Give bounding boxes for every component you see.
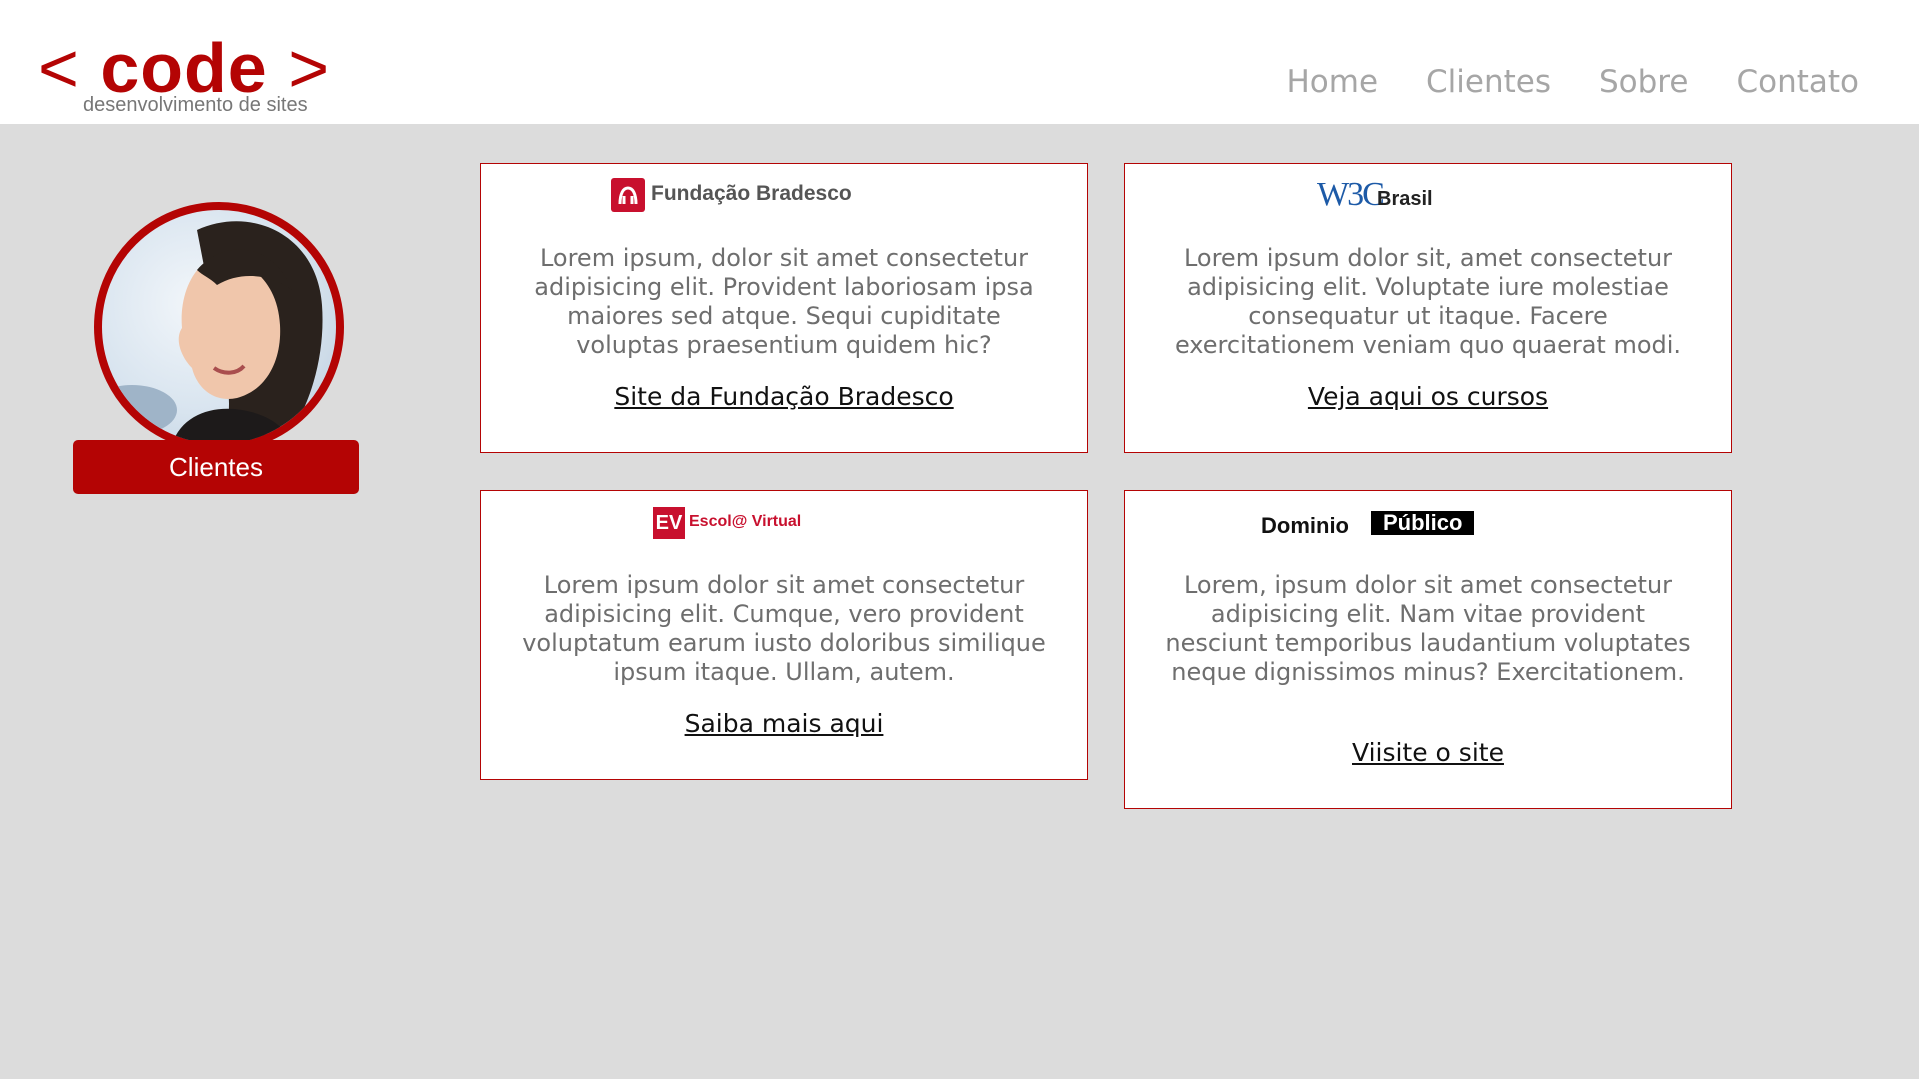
card-description: Lorem ipsum, dolor sit amet consectetur … <box>534 244 1034 359</box>
nav-clientes[interactable]: Clientes <box>1426 64 1551 100</box>
card-description: Lorem, ipsum dolor sit amet consectetur … <box>1165 571 1691 686</box>
site-header: < code > desenvolvimento de sites Home C… <box>0 0 1919 124</box>
site-logo[interactable]: < code > desenvolvimento de sites <box>38 26 330 116</box>
logo-tagline: desenvolvimento de sites <box>83 94 308 116</box>
card-link[interactable]: Viisite o site <box>1125 738 1731 767</box>
nav-sobre[interactable]: Sobre <box>1599 64 1688 100</box>
card-link[interactable]: Veja aqui os cursos <box>1125 382 1731 411</box>
client-card-escola-virtual: EV Escol@ Virtual Lorem ipsum dolor sit … <box>480 490 1088 780</box>
main-nav: Home Clientes Sobre Contato <box>1238 64 1859 100</box>
card-link[interactable]: Saiba mais aqui <box>481 709 1087 738</box>
dominio-publico-logo: Dominio Público <box>1261 511 1501 541</box>
card-description: Lorem ipsum dolor sit amet consectetur a… <box>522 571 1046 686</box>
card-link[interactable]: Site da Fundação Bradesco <box>481 382 1087 411</box>
client-card-w3c-brasil: W3C Brasil Lorem ipsum dolor sit, amet c… <box>1124 163 1732 453</box>
card-description: Lorem ipsum dolor sit, amet consectetur … <box>1174 244 1682 359</box>
escola-virtual-logo: EV Escol@ Virtual <box>653 507 823 541</box>
fundacao-bradesco-logo: Fundação Bradesco <box>611 178 871 214</box>
nav-home[interactable]: Home <box>1286 64 1378 100</box>
clientes-badge: Clientes <box>73 440 359 494</box>
w3c-brasil-logo: W3C Brasil <box>1317 176 1433 213</box>
client-avatar <box>94 202 344 452</box>
nav-contato[interactable]: Contato <box>1736 64 1859 100</box>
bradesco-icon <box>611 178 645 212</box>
avatar-photo <box>102 221 323 444</box>
client-card-dominio-publico: Dominio Público Lorem, ipsum dolor sit a… <box>1124 490 1732 809</box>
client-card-fundacao-bradesco: Fundação Bradesco Lorem ipsum, dolor sit… <box>480 163 1088 453</box>
